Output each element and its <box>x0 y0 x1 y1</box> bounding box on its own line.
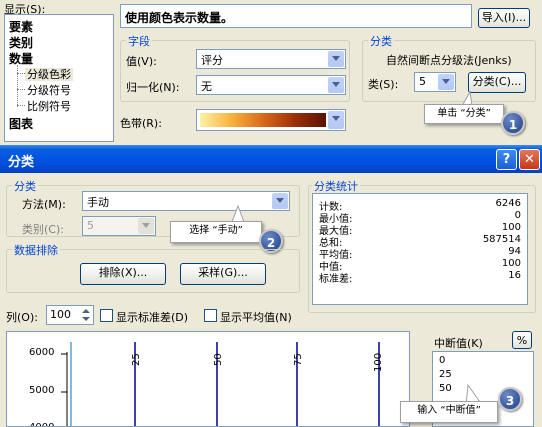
dialog-title: 分类 <box>8 155 35 170</box>
stat-row: 平均值: 94 <box>319 246 521 261</box>
import-button[interactable]: 导入(I)... <box>478 8 530 28</box>
normalization-label: 归一化(N): <box>126 81 180 94</box>
chevron-down-icon[interactable] <box>328 77 344 93</box>
classes-label: 类(S): <box>368 78 399 91</box>
tree-connector <box>17 73 25 74</box>
x-tick-label: 100 <box>373 352 384 372</box>
show-tree[interactable]: 要素 类别 数量 分级色彩 分级符号 比例符号 图表 <box>4 14 114 142</box>
show-mean-checkbox[interactable] <box>204 309 217 322</box>
classes-select[interactable]: 5 <box>414 72 456 92</box>
stat-row: 最大值: 100 <box>319 222 521 237</box>
color-ramp-label: 色带(R): <box>120 117 162 130</box>
close-icon[interactable]: ✕ <box>519 149 540 170</box>
tree-item-quantities[interactable]: 数量 <box>9 50 33 67</box>
x-tick-label: 50 <box>213 353 224 366</box>
classes-value: 5 <box>419 75 426 88</box>
tree-item-graduated-symbols[interactable]: 分级符号 <box>27 82 71 98</box>
callout-select-manual: 选择 “手动” <box>170 221 262 243</box>
stat-row: 总和: 587514 <box>319 234 521 249</box>
dialog-classes-label: 类别(C): <box>22 223 64 236</box>
histogram-panel[interactable]: 6000 5000 4000 25 50 75 100 <box>6 331 410 427</box>
stat-row: 计数: 6246 <box>319 198 521 213</box>
chevron-down-icon[interactable] <box>328 51 344 67</box>
break-value-item[interactable]: 25 <box>439 369 452 380</box>
classification-group-title: 分类 <box>368 33 394 49</box>
normalization-selected: 无 <box>201 80 212 93</box>
value-field-selected: 评分 <box>201 54 223 67</box>
columns-value: 100 <box>50 308 71 321</box>
stat-row: 中值: 100 <box>319 258 521 273</box>
step-badge-1: 1 <box>501 111 525 135</box>
callout-click-classify: 单击 “分类” <box>424 104 504 124</box>
columns-label: 列(O): <box>6 311 38 324</box>
callout-enter-breaks: 输入 “中断值” <box>400 401 498 423</box>
data-exclusion-title: 数据排除 <box>12 242 60 258</box>
value-field-label: 值(V): <box>126 55 157 68</box>
show-std-label: 显示标准差(D) <box>116 311 189 324</box>
fields-group-title: 字段 <box>126 33 152 49</box>
classification-method-text: 自然间断点分级法(Jenks) <box>386 54 512 67</box>
x-tick-label: 75 <box>293 353 304 366</box>
classification-dialog: 分类 ? ✕ 分类 方法(M): 手动 类别(C): 5 选择 “手动” 2 数… <box>0 145 542 427</box>
dialog-classes-select[interactable]: 5 <box>82 216 156 236</box>
sampling-button[interactable]: 采样(G)... <box>180 263 266 285</box>
y-tick-label: 5000 <box>29 385 55 396</box>
tree-item-proportional-symbols[interactable]: 比例符号 <box>27 98 71 114</box>
description-box: 使用颜色表示数量。 <box>120 4 472 28</box>
show-std-checkbox[interactable] <box>100 309 113 322</box>
statistics-panel: 计数: 6246 最小值: 0 最大值: 100 总和: 587514 平均值: 94 中… <box>312 193 528 305</box>
chevron-down-icon[interactable] <box>138 218 154 234</box>
show-mean-label: 显示平均值(N) <box>220 311 292 324</box>
dialog-classification-title: 分类 <box>12 178 38 194</box>
method-value: 手动 <box>87 196 109 209</box>
color-ramp-swatch <box>200 113 326 127</box>
chevron-down-icon[interactable] <box>438 74 454 90</box>
break-values-label: 中断值(K) <box>434 337 483 350</box>
normalization-select[interactable]: 无 <box>196 75 346 95</box>
y-tick-label: 4000 <box>29 422 54 426</box>
help-icon[interactable]: ? <box>496 149 517 170</box>
dialog-titlebar[interactable]: 分类 ? ✕ <box>0 145 542 173</box>
columns-spinner[interactable]: 100 <box>46 305 94 325</box>
tree-item-categories[interactable]: 类别 <box>9 34 33 51</box>
stat-row: 最小值: 0 <box>319 210 521 225</box>
symbology-panel: 显示(S): 要素 类别 数量 分级色彩 分级符号 比例符号 图表 使用颜色表示… <box>0 0 542 145</box>
histogram-chart[interactable] <box>7 332 410 427</box>
percent-button[interactable]: % <box>512 331 532 349</box>
color-ramp-select[interactable] <box>196 109 346 131</box>
tree-connector <box>17 65 18 107</box>
stat-row: 标准差: 16 <box>319 270 521 285</box>
tree-item-graduated-colors[interactable]: 分级色彩 <box>25 66 73 82</box>
dialog-classes-value: 5 <box>87 219 94 232</box>
step-badge-3: 3 <box>498 387 522 411</box>
method-label: 方法(M): <box>22 198 66 211</box>
break-value-item[interactable]: 0 <box>439 355 445 366</box>
exclude-button[interactable]: 排除(X)... <box>80 263 166 285</box>
spinner-arrows-icon[interactable] <box>81 308 91 322</box>
chevron-down-icon[interactable] <box>272 193 288 209</box>
tree-item-charts[interactable]: 图表 <box>9 115 33 132</box>
x-tick-label: 25 <box>131 353 142 366</box>
statistics-title: 分类统计 <box>312 178 360 194</box>
chevron-down-icon[interactable] <box>328 111 344 129</box>
break-value-item[interactable]: 50 <box>439 383 452 394</box>
value-field-select[interactable]: 评分 <box>196 49 346 69</box>
y-tick-label: 6000 <box>29 347 55 358</box>
tree-connector <box>17 89 25 90</box>
tree-item-features[interactable]: 要素 <box>9 18 33 35</box>
tree-connector <box>17 105 25 106</box>
method-select[interactable]: 手动 <box>82 191 290 211</box>
